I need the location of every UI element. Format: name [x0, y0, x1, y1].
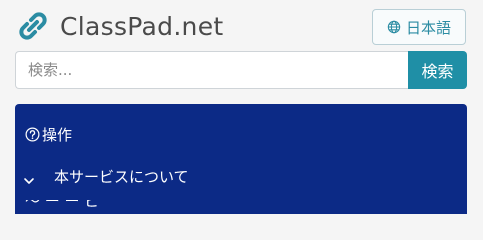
language-button[interactable]: 日本語: [372, 9, 466, 45]
brand-name: ClassPad.net: [60, 11, 224, 41]
language-label: 日本語: [405, 18, 451, 37]
site-header: ClassPad.net 日本語: [0, 0, 483, 52]
chevron-down-icon: [24, 178, 34, 184]
nav-item-clipped[interactable]: 〜 ー ー ビ: [25, 200, 165, 214]
search-bar: 検索: [15, 51, 467, 89]
nav-heading: 操作: [25, 124, 72, 145]
link-logo-icon: [19, 12, 47, 40]
nav-item-clipped-text: 〜 ー ー ビ: [25, 200, 100, 210]
globe-icon: [387, 20, 401, 34]
logo[interactable]: ClassPad.net: [18, 8, 224, 44]
nav-panel: 操作 本サービスについて 〜 ー ー ビ: [15, 104, 467, 214]
nav-item-about-service[interactable]: 本サービスについて: [23, 164, 453, 188]
nav-item-label: 本サービスについて: [54, 167, 189, 186]
question-circle-icon: [25, 127, 40, 142]
search-button[interactable]: 検索: [408, 51, 467, 89]
nav-heading-label: 操作: [42, 126, 73, 144]
search-input[interactable]: [15, 51, 408, 89]
